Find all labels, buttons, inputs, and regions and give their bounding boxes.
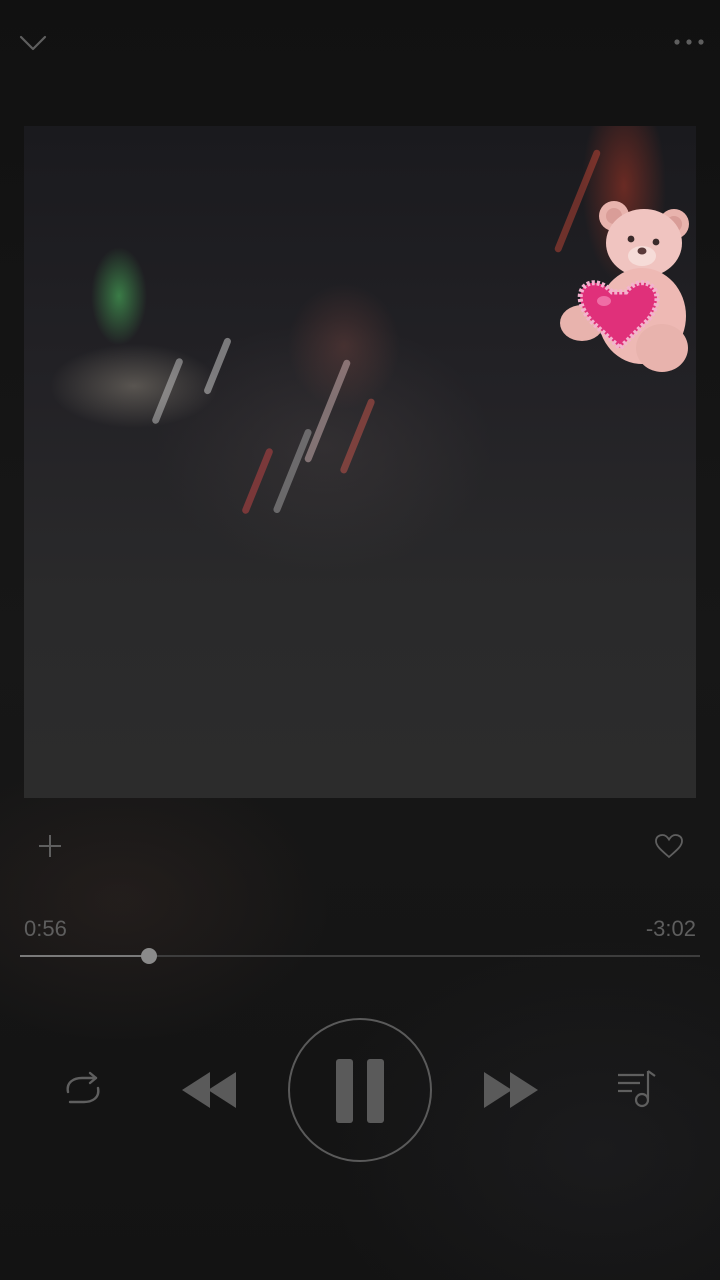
track-actions [0,820,720,880]
plus-icon[interactable] [36,832,64,860]
progress-slider[interactable] [20,948,700,964]
playlist-icon[interactable] [614,1067,658,1111]
chevron-down-icon[interactable] [16,28,50,56]
rewind-icon[interactable] [180,1070,238,1110]
playback-controls [0,1015,720,1165]
pause-button[interactable] [287,1017,433,1163]
fast-forward-icon[interactable] [482,1070,540,1110]
progress-fill [20,955,150,957]
album-artwork [24,126,696,798]
remaining-time: -3:02 [645,916,696,941]
pause-icon [288,1018,432,1162]
more-dots-icon[interactable] [672,32,706,52]
top-bar [0,0,720,90]
teddy-bear-sticker [560,201,689,372]
elapsed-time: 0:56 [24,916,67,941]
repeat-icon[interactable] [60,1070,106,1110]
heart-icon[interactable] [654,832,684,860]
